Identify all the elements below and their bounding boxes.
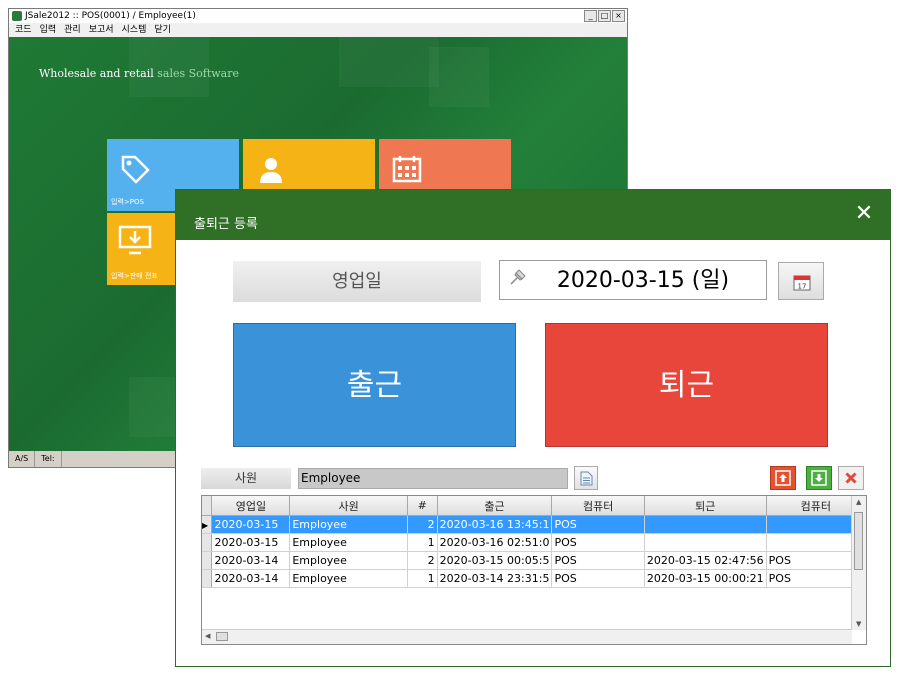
calendar-icon: 17 xyxy=(793,275,811,291)
menu-item-report[interactable]: 보고서 xyxy=(89,23,114,37)
column-header[interactable]: # xyxy=(407,496,438,516)
horizontal-scrollbar[interactable]: ◀ xyxy=(202,629,852,644)
app-icon xyxy=(12,11,22,21)
download-button[interactable] xyxy=(806,466,832,490)
cell-checkout xyxy=(644,515,767,534)
delete-icon xyxy=(845,472,857,484)
cell-checkin: 2020-03-14 23:31:5 xyxy=(437,569,553,588)
column-header[interactable]: 영업일 xyxy=(211,496,291,516)
maximize-button[interactable]: □ xyxy=(598,10,611,22)
person-icon xyxy=(260,158,282,183)
column-header[interactable]: 컴퓨터 xyxy=(551,496,645,516)
status-as: A/S xyxy=(9,451,36,467)
status-tel: Tel: xyxy=(35,451,62,467)
svg-text:17: 17 xyxy=(798,283,807,291)
cell-checkin: 2020-03-15 00:05:5 xyxy=(437,551,553,570)
table-row[interactable]: 2020-03-15 Employee 1 2020-03-16 02:51:0… xyxy=(202,533,866,552)
monitor-download-icon xyxy=(118,225,152,255)
close-icon[interactable]: ✕ xyxy=(852,202,876,226)
cell-checkin-computer: POS xyxy=(551,551,645,570)
menu-bar: 코드 입력 관리 보고서 시스템 닫기 xyxy=(9,23,627,37)
cell-date: 2020-03-14 xyxy=(211,551,291,570)
row-indicator xyxy=(202,569,213,588)
cell-number: 2 xyxy=(407,551,438,570)
row-indicator xyxy=(202,533,213,552)
business-date-field[interactable]: 2020-03-15 (일) xyxy=(499,260,767,300)
cell-checkin: 2020-03-16 02:51:0 xyxy=(437,533,553,552)
main-title-bar: JSale2012 :: POS(0001) / Employee(1) _ □… xyxy=(9,9,627,23)
menu-item-input[interactable]: 입력 xyxy=(40,23,57,37)
cell-checkout: 2020-03-15 00:00:21 xyxy=(644,569,767,588)
cell-employee: Employee xyxy=(289,533,408,552)
cell-number: 1 xyxy=(407,533,438,552)
cell-checkin: 2020-03-16 13:45:1 xyxy=(437,515,553,534)
column-header[interactable]: 퇴근 xyxy=(644,496,767,516)
employee-lookup-button[interactable] xyxy=(574,466,598,490)
calendar-icon xyxy=(392,156,422,183)
cell-number: 1 xyxy=(407,569,438,588)
upload-button[interactable] xyxy=(770,466,796,490)
cell-checkin-computer: POS xyxy=(551,515,645,534)
scroll-down-icon[interactable]: ▼ xyxy=(856,620,861,628)
grid-header-row: 영업일 사원 # 출근 컴퓨터 퇴근 컴퓨터 xyxy=(202,496,866,516)
attendance-dialog: 출퇴근 등록 ✕ 영업일 2020-03-15 (일) 17 출근 퇴근 사원 … xyxy=(175,189,891,667)
tile-label: 입력>POS xyxy=(111,198,144,206)
business-date-label: 영업일 xyxy=(233,261,481,302)
row-pointer-icon: ▶ xyxy=(202,521,209,530)
cell-employee: Employee xyxy=(289,515,408,534)
cell-number: 2 xyxy=(407,515,438,534)
table-row[interactable]: ▶ 2020-03-15 Employee 2 2020-03-16 13:45… xyxy=(202,515,866,534)
tagline: Wholesale and retail sales Software xyxy=(39,67,239,80)
cell-date: 2020-03-15 xyxy=(211,515,291,534)
cell-employee: Employee xyxy=(289,569,408,588)
table-row[interactable]: 2020-03-14 Employee 2 2020-03-15 00:05:5… xyxy=(202,551,866,570)
scroll-up-icon[interactable]: ▲ xyxy=(856,498,861,506)
column-header[interactable]: 출근 xyxy=(437,496,553,516)
cell-checkin-computer: POS xyxy=(551,533,645,552)
cell-date: 2020-03-14 xyxy=(211,569,291,588)
cell-date: 2020-03-15 xyxy=(211,533,291,552)
row-indicator: ▶ xyxy=(202,515,213,534)
delete-button[interactable] xyxy=(838,466,864,490)
tile-label: 입력>판매 전표 xyxy=(111,272,158,280)
vertical-scrollbar[interactable]: ▲ ▼ xyxy=(851,496,866,630)
tag-icon xyxy=(121,155,150,184)
check-in-button[interactable]: 출근 xyxy=(233,323,516,447)
main-window-title: JSale2012 :: POS(0001) / Employee(1) xyxy=(25,11,196,21)
calendar-button[interactable]: 17 xyxy=(778,262,824,300)
document-icon xyxy=(580,471,593,486)
scroll-left-icon[interactable]: ◀ xyxy=(205,632,210,640)
cell-employee: Employee xyxy=(289,551,408,570)
attendance-table: 영업일 사원 # 출근 컴퓨터 퇴근 컴퓨터 ▶ 2020-03-15 Empl… xyxy=(202,496,866,588)
menu-item-manage[interactable]: 관리 xyxy=(64,23,81,37)
row-indicator-header xyxy=(202,496,213,516)
scroll-thumb[interactable] xyxy=(216,632,228,641)
arrow-up-icon xyxy=(775,470,791,486)
row-indicator xyxy=(202,551,213,570)
menu-item-code[interactable]: 코드 xyxy=(15,23,32,37)
table-row[interactable]: 2020-03-14 Employee 1 2020-03-14 23:31:5… xyxy=(202,569,866,588)
menu-item-system[interactable]: 시스템 xyxy=(122,23,147,37)
employee-label: 사원 xyxy=(201,468,291,489)
column-header[interactable]: 사원 xyxy=(289,496,408,516)
employee-field[interactable]: Employee xyxy=(298,468,568,489)
check-out-button[interactable]: 퇴근 xyxy=(545,323,828,447)
cell-checkout xyxy=(644,533,767,552)
window-controls: _ □ × xyxy=(584,10,625,22)
dialog-title: 출퇴근 등록 xyxy=(194,217,258,232)
scroll-thumb[interactable] xyxy=(854,512,863,570)
dialog-header: 출퇴근 등록 ✕ xyxy=(176,190,890,240)
arrow-down-icon xyxy=(811,470,827,486)
business-date-value: 2020-03-15 (일) xyxy=(556,268,730,293)
attendance-grid[interactable]: 영업일 사원 # 출근 컴퓨터 퇴근 컴퓨터 ▶ 2020-03-15 Empl… xyxy=(201,495,867,645)
menu-item-close[interactable]: 닫기 xyxy=(154,23,171,37)
close-button[interactable]: × xyxy=(612,10,625,22)
minimize-button[interactable]: _ xyxy=(584,10,597,22)
cell-checkin-computer: POS xyxy=(551,569,645,588)
cell-checkout: 2020-03-15 02:47:56 xyxy=(644,551,767,570)
